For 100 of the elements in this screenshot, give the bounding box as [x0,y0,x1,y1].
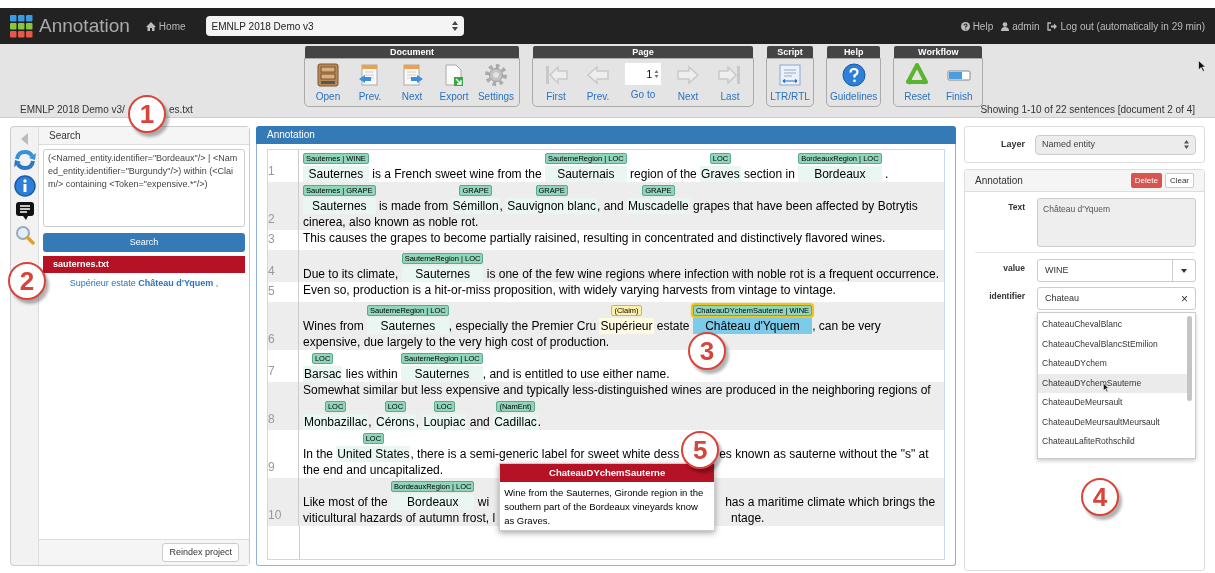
guidelines-icon [840,63,867,87]
sentence-text: ntage. [731,511,765,525]
sentence-text: Due to its climate, [303,267,400,281]
suggestion-item[interactable]: ChateauChevalBlancStEmilion [1038,334,1187,354]
toolbar-button[interactable]: Export [434,63,474,104]
annotated-span[interactable]: Sauternes [367,318,449,334]
sentence-text: lies within [344,367,399,381]
home-link[interactable]: Home [145,18,186,34]
sentence-text: the end and uncapitalized. [303,463,444,477]
sentence-text: , and is entitled to use either name. [482,367,670,381]
user-icon [1001,21,1010,31]
info-icon[interactable] [13,175,36,197]
toolbar-button[interactable]: Finish [939,63,980,104]
field-label: value [1002,262,1026,275]
annotated-span[interactable]: Sauternes [401,366,483,382]
panel-title: Search [39,127,249,145]
toolbar-button[interactable]: First [536,63,576,104]
value-combobox[interactable]: WINE [1037,259,1196,282]
toolbar-button[interactable]: Next [668,63,708,104]
annotated-span[interactable]: Sauternais [544,166,627,182]
annotated-span[interactable]: Bordeaux [798,166,882,182]
annotated-span[interactable]: Loupiac [422,414,467,430]
clear-field-button[interactable]: × [1181,289,1188,308]
goto-link[interactable]: Go to [630,87,656,102]
sentence-text: has a maritime climate which brings the [725,495,936,509]
script-icon [777,63,803,87]
suggestion-item[interactable]: ChateauDeMeursault [1038,393,1187,413]
annotated-span[interactable]: Supérieur [599,318,654,334]
caret-icon [1181,268,1187,273]
toolbar-button[interactable]: Open [308,63,348,104]
sentence-text: . [883,167,889,181]
comment-icon[interactable] [14,201,35,221]
sentence-count: Showing 1-10 of 22 sentences [document 2 of 4] [980,102,1195,117]
prev-page-icon [585,63,611,87]
annotated-span[interactable]: Muscadelle [627,198,690,214]
toolbar-button[interactable]: Prev. [350,63,390,104]
result-file-header[interactable]: sauternes.txt [43,256,245,273]
sentence-text: viticultural hazards of autumn frost, l [303,511,496,525]
annotated-span[interactable]: Sauternes [303,166,369,182]
sentence-text: , especially the Premier Cru [448,319,598,333]
annotated-span[interactable]: Monbazillac [303,414,369,430]
suggestion-item[interactable]: ChateauDYchem [1038,354,1187,374]
group-title: Page [533,46,753,58]
field-label: identifier [988,290,1026,303]
sentence-text: Somewhat similar but less expensive and typically less-distinguished wines are produced in the neighboring regions of [303,383,931,397]
toolbar-button[interactable]: Next [392,63,432,104]
sentence-text: . [537,415,542,429]
suggestion-item[interactable]: ChateauChevalBlanc [1038,315,1187,335]
annotated-span[interactable]: Sauvignon blanc [506,198,597,214]
open-icon [315,63,341,87]
identifier-field[interactable]: Chateau × [1037,287,1196,310]
suggestion-item[interactable]: ChateauLafiteRothschild [1038,432,1187,452]
next-page-icon [675,63,701,87]
search-button[interactable]: Search [43,233,245,252]
updown-icon [451,21,458,31]
search-result-link[interactable]: Supérieur estate Château d'Yquem , [43,277,245,291]
step-number: 1 [127,95,166,133]
annotated-span[interactable]: Barsac [303,366,343,382]
panel-title: Annotation [975,174,1024,188]
user-link[interactable]: admin [1001,18,1040,34]
clear-button[interactable]: Clear [1164,173,1194,188]
scrollbar-thumb[interactable] [1187,316,1192,401]
last-icon [717,63,743,87]
toolbar-button[interactable]: Prev. [578,63,618,104]
help-link[interactable]: Help [960,18,994,34]
toolbar-button[interactable]: Settings [476,63,516,104]
annotated-span[interactable]: Sauternes [401,266,484,282]
step-number: 4 [1081,478,1119,516]
sentence-text: , there is a semi-generic label for sweet white dess [410,447,680,461]
annotated-span[interactable]: Graves [700,166,741,182]
page-field[interactable]: 1 [625,63,661,85]
cursor-icon [1198,60,1206,72]
annotated-span[interactable]: Cadillac [493,414,538,430]
sentence-text: region of the [629,167,698,181]
group-title: Document [305,46,519,58]
annotated-span[interactable]: United States [336,446,411,462]
annotated-span[interactable]: Bordeaux [391,494,475,510]
first-icon [543,63,569,87]
annotated-span[interactable]: Cérons [375,414,416,430]
layer-select[interactable]: Named entity [1035,134,1196,155]
sentence-text: and [468,415,491,429]
panel-title: Annotation [256,126,957,144]
suggestion-item[interactable]: ChateauDYchemSauterne [1038,373,1187,393]
logout-link[interactable]: Log out (automatically in 29 min) [1047,18,1205,34]
annotated-span[interactable]: Château d'Yquem [692,318,813,334]
spinner-icon [654,69,659,79]
line-number: 10 [268,478,299,526]
query-field[interactable]: (<Named_entity.identifier="Bordeaux"/> | <Named_entity.identifier="Burgundy"/>) within (<Claim/> containing <Token="expensive.*"/>) [43,149,245,227]
refresh-icon[interactable] [12,149,37,171]
reindex-button[interactable]: Reindex project [162,543,239,562]
toolbar-button[interactable]: Last [710,63,750,104]
field-label: Text [1007,201,1026,214]
suggestion-item[interactable]: ChateauDeMeursaultMeursault [1038,412,1187,432]
toolbar-button[interactable]: Reset [897,63,938,104]
group-title: Workflow [894,46,983,58]
sentence-text: is made from [377,199,450,213]
annotated-span[interactable]: Sémillon [451,198,500,214]
project-select[interactable]: EMNLP 2018 Demo v3 [205,16,464,36]
delete-button[interactable]: Delete [1130,173,1162,188]
annotated-span[interactable]: Sauternes [303,198,376,214]
